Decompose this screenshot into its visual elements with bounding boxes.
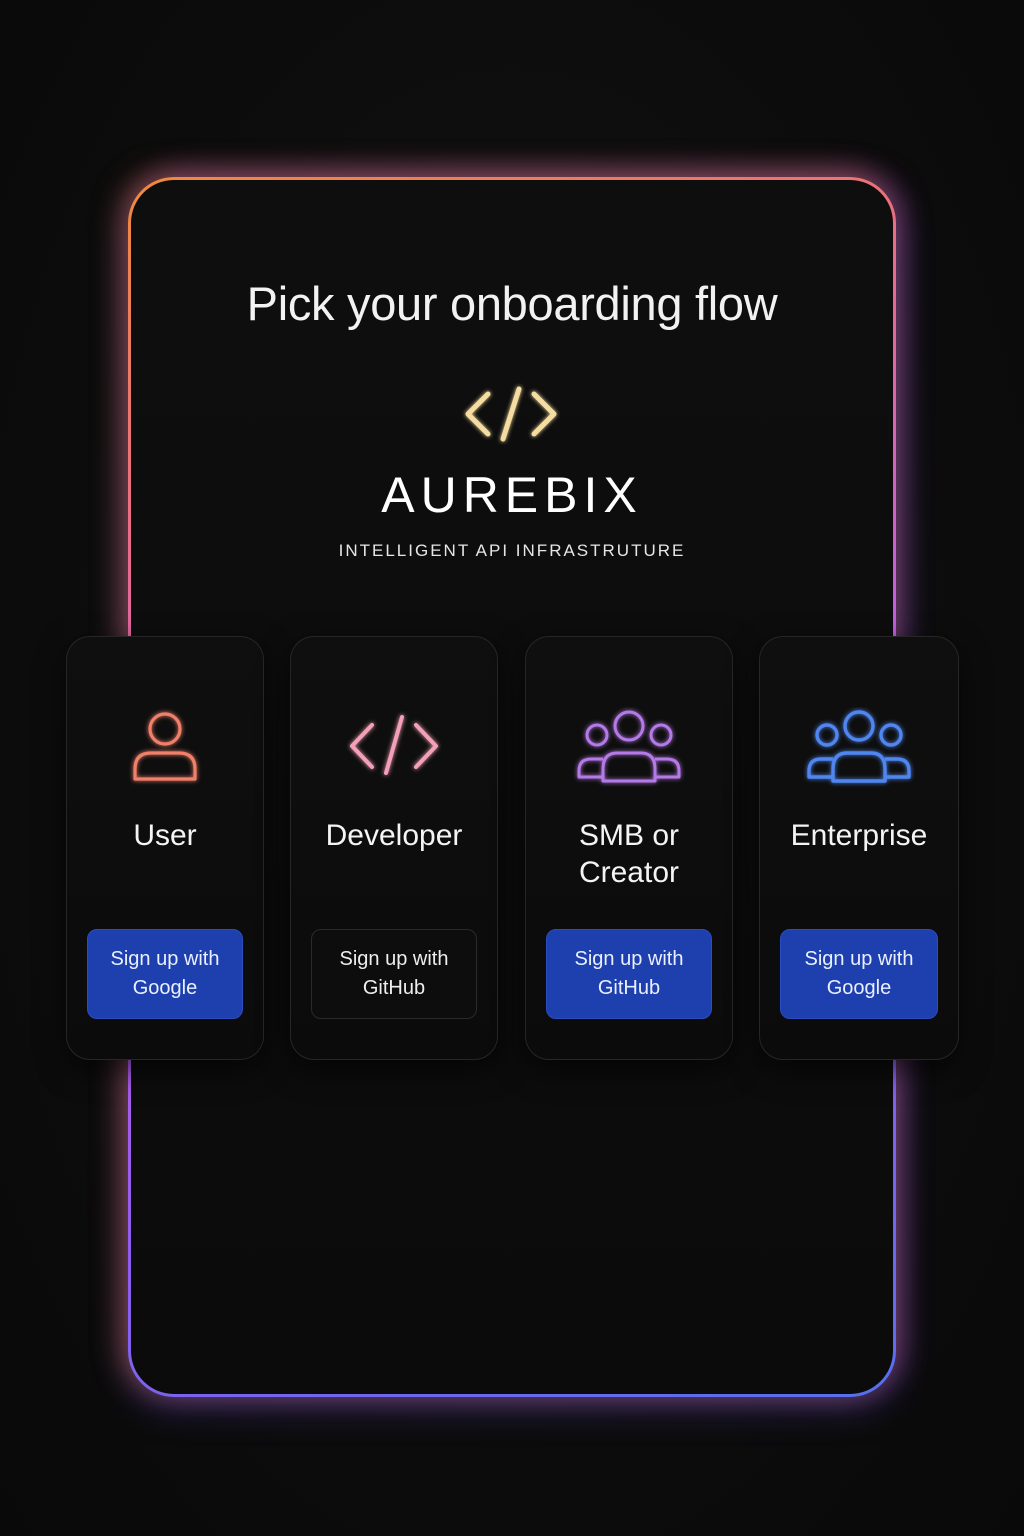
card-label-enterprise: Enterprise xyxy=(790,819,928,852)
code-brackets-icon xyxy=(465,386,557,442)
card-user[interactable]: User Sign up with Google xyxy=(66,636,264,1060)
onboarding-page: Pick your onboarding flow AUREBIX INTELL… xyxy=(0,0,1024,1536)
page-title: Pick your onboarding flow xyxy=(246,277,778,330)
card-label-smb-creator: SMB or Creator xyxy=(578,819,680,889)
brand-name: AUREBIX xyxy=(381,467,643,523)
card-label-user: User xyxy=(133,819,197,852)
user-icon xyxy=(133,712,197,781)
card-smb-creator[interactable]: SMB or Creator Sign up with GitHub xyxy=(525,636,733,1060)
signup-github-button-smb[interactable]: Sign up with GitHub xyxy=(546,929,712,1019)
signup-github-button-developer[interactable]: Sign up with GitHub xyxy=(311,929,477,1019)
signup-google-button-enterprise[interactable]: Sign up with Google xyxy=(780,929,938,1019)
card-developer[interactable]: Developer Sign up with GitHub xyxy=(290,636,498,1060)
code-icon xyxy=(350,715,438,775)
card-enterprise[interactable]: Enterprise Sign up with Google xyxy=(759,636,959,1060)
brand-tagline: INTELLIGENT API INFRASTRUTURE xyxy=(338,541,686,560)
group-icon xyxy=(577,710,681,783)
card-label-developer: Developer xyxy=(325,819,463,852)
signup-google-button-user[interactable]: Sign up with Google xyxy=(87,929,243,1019)
group-icon xyxy=(807,710,911,783)
